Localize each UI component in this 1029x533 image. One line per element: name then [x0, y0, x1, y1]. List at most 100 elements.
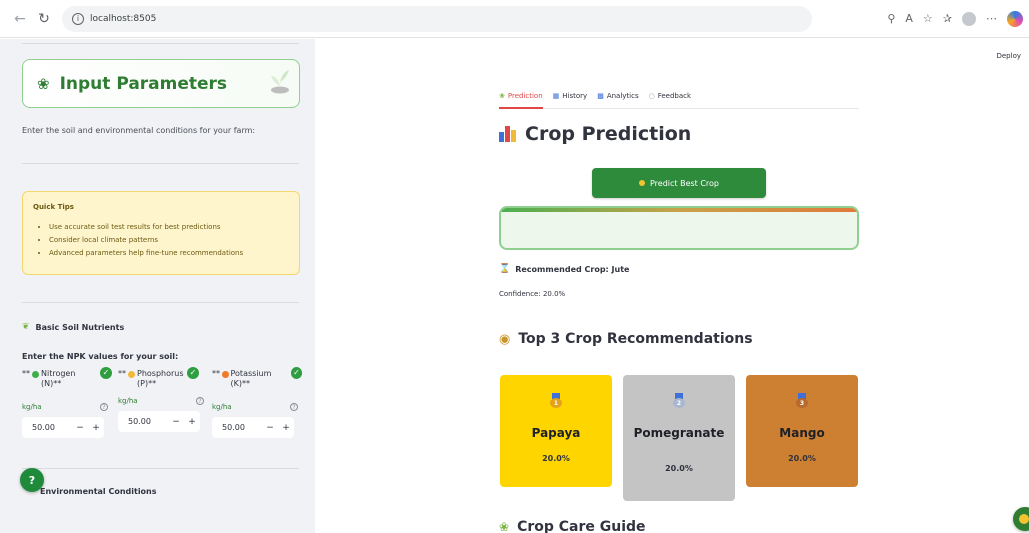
address-bar[interactable]: i localhost:8505 — [62, 5, 812, 32]
nitrogen-stepper[interactable]: 50.00 − + — [22, 417, 104, 438]
top3-heading-text: Top 3 Crop Recommendations — [518, 331, 753, 347]
input-parameters-card: ❀ Input Parameters — [22, 59, 300, 108]
decrement-button[interactable]: − — [168, 411, 184, 432]
phosphorus-dot-icon — [128, 371, 135, 378]
help-icon[interactable]: ? — [196, 397, 204, 405]
npk-label: Enter the NPK values for your soil: — [22, 352, 179, 361]
crop-name: Mango — [779, 426, 825, 440]
phosphorus-stepper[interactable]: 50.00 − + — [118, 411, 200, 432]
seedling-icon: ❀ — [499, 520, 510, 533]
recommendation-card: 2 Pomegranate 20.0% — [623, 375, 735, 501]
browser-toolbar: ← ↻ i localhost:8505 ⚲ A ☆ ✰ ⋯ — [0, 0, 1029, 38]
potassium-stepper[interactable]: 50.00 − + — [212, 417, 294, 438]
crop-care-heading-text: Crop Care Guide — [517, 519, 646, 533]
label-prefix: ** — [212, 369, 220, 378]
help-button[interactable]: ? — [20, 468, 44, 492]
nitrogen-field: ** Nitrogen (N)** ✓ kg/ha ? 50.00 − + — [22, 367, 112, 438]
divider — [22, 468, 299, 469]
deploy-button[interactable]: Deploy — [996, 52, 1021, 60]
crop-name: Pomegranate — [633, 426, 725, 440]
tab-label: History — [562, 92, 588, 100]
sidebar: ❀ Input Parameters Enter the soil and en… — [0, 39, 315, 533]
chat-icon: ○ — [648, 92, 655, 100]
potassium-name: Potassium (K)** — [230, 369, 272, 388]
recommendation-card: 3 Mango 20.0% — [746, 375, 858, 487]
phosphorus-label: ** Phosphorus (P)** ✓ — [118, 367, 208, 389]
label-prefix: ** — [22, 369, 30, 378]
decrement-button[interactable]: − — [72, 417, 88, 438]
sidebar-title: Input Parameters — [59, 73, 228, 94]
result-box — [499, 206, 859, 250]
sidebar-description: Enter the soil and environmental conditi… — [22, 126, 256, 135]
zoom-icon[interactable]: ⚲ — [887, 12, 895, 25]
books-icon: ▦ — [552, 92, 560, 100]
check-icon: ✓ — [290, 367, 302, 379]
divider — [22, 302, 299, 303]
nitrogen-dot-icon — [32, 371, 39, 378]
divider — [22, 43, 299, 44]
tip-item: Consider local climate patterns — [49, 236, 289, 244]
tab-label: Analytics — [606, 92, 639, 100]
predict-button[interactable]: Predict Best Crop — [592, 168, 766, 198]
potassium-label: ** Potassium (K)** ✓ — [212, 367, 302, 389]
bronze-medal-icon: 3 — [796, 393, 808, 408]
tab-analytics[interactable]: ▩ Analytics — [597, 92, 638, 108]
result-gradient-bar — [501, 208, 857, 212]
nitrogen-label: ** Nitrogen (N)** ✓ — [22, 367, 112, 389]
recommended-crop: ⌛ Recommended Crop: Jute — [499, 264, 629, 274]
potassium-value[interactable]: 50.00 — [212, 417, 262, 438]
nitrogen-value[interactable]: 50.00 — [22, 417, 72, 438]
crop-name: Papaya — [531, 426, 581, 440]
more-icon[interactable]: ⋯ — [986, 12, 997, 25]
environmental-conditions-heading: Environmental Conditions — [40, 487, 157, 496]
favorites-icon[interactable]: ✰ — [943, 12, 952, 25]
copilot-icon[interactable] — [1007, 10, 1023, 27]
crop-percentage: 20.0% — [665, 464, 693, 473]
quick-tips-heading: Quick Tips — [33, 203, 74, 211]
assistant-button[interactable] — [1013, 507, 1029, 531]
phosphorus-value[interactable]: 50.00 — [118, 411, 168, 432]
trophy-icon: ◉ — [499, 331, 511, 347]
tab-history[interactable]: ▦ History — [553, 92, 588, 108]
crop-percentage: 20.0% — [788, 454, 816, 463]
npk-inputs: ** Nitrogen (N)** ✓ kg/ha ? 50.00 − + **… — [22, 367, 302, 454]
read-aloud-icon[interactable]: A — [905, 12, 913, 25]
help-icon[interactable]: ? — [290, 403, 298, 411]
label-prefix: ** — [118, 369, 126, 378]
phosphorus-field: ** Phosphorus (P)** ✓ kg/ha ? 50.00 − + — [118, 367, 208, 432]
bar-chart-icon — [499, 126, 517, 142]
page-title-text: Crop Prediction — [525, 123, 692, 145]
back-icon[interactable]: ← — [10, 11, 30, 27]
tab-bar: ❀ Prediction ▦ History ▩ Analytics ○ Fee… — [499, 92, 859, 109]
page-title: Crop Prediction — [499, 123, 691, 145]
phosphorus-name: Phosphorus (P)** — [137, 369, 184, 388]
bar-chart-icon: ▩ — [597, 92, 604, 100]
tab-label: Feedback — [657, 92, 692, 100]
decrement-button[interactable]: − — [262, 417, 278, 438]
confidence-text: Confidence: 20.0% — [499, 290, 566, 298]
tip-item: Advanced parameters help fine-tune recom… — [49, 249, 289, 257]
favorite-star-icon[interactable]: ☆ — [923, 12, 933, 25]
sun-icon — [638, 180, 645, 186]
hourglass-icon: ⌛ — [499, 264, 511, 274]
profile-avatar[interactable] — [962, 11, 976, 26]
increment-button[interactable]: + — [88, 417, 104, 438]
refresh-icon[interactable]: ↻ — [34, 11, 54, 27]
tab-label: Prediction — [507, 92, 543, 100]
help-icon[interactable]: ? — [100, 403, 108, 411]
crop-percentage: 20.0% — [542, 454, 570, 463]
seedling-icon: ❀ — [499, 92, 505, 100]
increment-button[interactable]: + — [184, 411, 200, 432]
unit-label: kg/ha — [212, 403, 232, 411]
leaf-icon: ❦ — [22, 322, 30, 332]
potassium-dot-icon — [222, 371, 229, 378]
increment-button[interactable]: + — [278, 417, 294, 438]
main-content: Deploy ❀ Prediction ▦ History ▩ Analytic… — [315, 39, 1029, 533]
tab-prediction[interactable]: ❀ Prediction — [499, 92, 543, 109]
nitrogen-name: Nitrogen (N)** — [40, 369, 76, 388]
site-info-icon[interactable]: i — [72, 12, 84, 25]
recommended-crop-text: Recommended Crop: Jute — [515, 264, 630, 274]
tab-feedback[interactable]: ○ Feedback — [649, 92, 691, 108]
potassium-field: ** Potassium (K)** ✓ kg/ha ? 50.00 − + — [212, 367, 302, 438]
silver-medal-icon: 2 — [673, 393, 685, 408]
